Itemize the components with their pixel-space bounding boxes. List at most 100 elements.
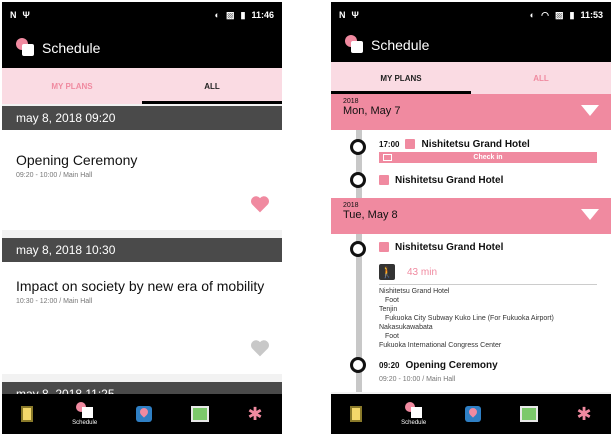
section-header: may 8, 2018 09:20 (2, 106, 282, 130)
envelope-icon (383, 154, 392, 161)
route-step: Foot (385, 297, 400, 304)
nav-schedule-label: Schedule (72, 420, 98, 426)
check-in-button[interactable]: Check in (379, 152, 597, 163)
status-bar: N Ψ ◐ ◠ ▨ ▮ 11:53 (331, 2, 611, 28)
route-step: Nakasukawabata (379, 324, 433, 331)
nav-map[interactable] (135, 406, 152, 422)
sync-icon: ◐ (214, 10, 220, 20)
book-icon (350, 406, 363, 422)
entry-place: Nishitetsu Grand Hotel (395, 241, 504, 253)
tab-bar: MY PLANS ALL (2, 68, 282, 104)
wifi-icon: ◠ (541, 9, 549, 20)
nav-stats[interactable] (519, 406, 538, 422)
nav-map[interactable] (464, 406, 481, 422)
timeline-entry[interactable]: Nishitetsu Grand Hotel (331, 234, 611, 257)
signal-icon: ▨ (555, 9, 564, 20)
favorite-heart-icon[interactable] (250, 194, 270, 214)
bottom-nav: Schedule ✱ (2, 394, 282, 434)
day-year: 2018 (343, 202, 359, 209)
route-step: Tenjin (379, 306, 398, 313)
day-header[interactable]: 2018 Tue, May 8 (331, 198, 611, 234)
nav-schedule[interactable]: Schedule (401, 402, 426, 426)
entry-sub: 09:20 - 10:00 / Main Hall (379, 376, 456, 383)
hotel-icon (379, 175, 389, 185)
tab-bar: MY PLANS ALL (331, 62, 611, 94)
timeline-dot (350, 139, 366, 155)
entry-place: Nishitetsu Grand Hotel (421, 138, 530, 150)
tab-all[interactable]: ALL (142, 68, 282, 104)
map-pin-icon (464, 406, 481, 422)
nav-settings[interactable]: ✱ (247, 404, 263, 424)
map-pin-icon (135, 406, 152, 422)
hotel-icon (379, 242, 389, 252)
nav-settings[interactable]: ✱ (576, 404, 592, 424)
entry-place: Nishitetsu Grand Hotel (395, 174, 504, 186)
favorite-heart-icon[interactable] (250, 338, 270, 358)
route-steps: Nishitetsu Grand Hotel Foot Tenjin Fukuo… (331, 287, 611, 350)
chart-icon (519, 406, 538, 422)
day-header[interactable]: 2018 Mon, May 7 (331, 94, 611, 130)
timeline-dot (350, 241, 366, 257)
schedule-screen-all: N Ψ ◐ ▨ ▮ 11:46 Schedule MY PLANS ALL ma… (2, 2, 282, 434)
section-header: may 8, 2018 10:30 (2, 238, 282, 262)
day-timeline: Nishitetsu Grand Hotel 🚶 43 min Nishitet… (331, 234, 611, 392)
usb-icon: Ψ (351, 10, 359, 20)
notification-icon: N (339, 10, 346, 20)
entry-time: 09:20 (379, 360, 400, 370)
session-title: Impact on society by new era of mobility (16, 278, 265, 294)
tab-my-plans[interactable]: MY PLANS (331, 62, 471, 94)
transit-summary[interactable]: 🚶 43 min (331, 260, 611, 284)
entry-title: Opening Ceremony (405, 359, 498, 371)
session-card[interactable]: Opening Ceremony 09:20 - 10:00 / Main Ha… (2, 130, 282, 230)
bottom-nav: Schedule ✱ (331, 394, 611, 434)
app-bar: Schedule (331, 28, 611, 62)
hotel-icon (405, 139, 416, 149)
tab-all[interactable]: ALL (471, 62, 611, 94)
route-step: Nishitetsu Grand Hotel (379, 288, 450, 295)
app-bar: Schedule (2, 28, 282, 68)
schedule-icon (75, 402, 94, 418)
session-title: Opening Ceremony (16, 152, 138, 168)
tab-my-plans[interactable]: MY PLANS (2, 68, 142, 104)
book-icon (21, 406, 34, 422)
timeline-entry[interactable]: Nishitetsu Grand Hotel (331, 169, 611, 191)
gear-icon: ✱ (576, 404, 592, 424)
nav-program[interactable] (350, 406, 363, 422)
route-step: Fukuoka International Congress Center (379, 342, 502, 349)
usb-icon: Ψ (22, 10, 30, 20)
collapse-triangle-icon[interactable] (581, 209, 599, 220)
clock-time: 11:53 (580, 10, 603, 20)
entry-time: 17:00 (379, 139, 400, 149)
nav-schedule[interactable]: Schedule (72, 402, 97, 426)
route-step: Foot (385, 333, 400, 340)
signal-icon: ▨ (226, 9, 235, 20)
day-year: 2018 (343, 98, 359, 105)
nav-program[interactable] (21, 406, 34, 422)
battery-icon: ▮ (240, 9, 246, 20)
nav-stats[interactable] (190, 406, 209, 422)
collapse-triangle-icon[interactable] (581, 105, 599, 116)
session-time-location: 10:30 - 12:00 / Main Hall (16, 298, 93, 305)
divider (379, 284, 597, 285)
travel-duration: 43 min (407, 266, 438, 278)
gear-icon: ✱ (247, 404, 263, 424)
session-card[interactable]: Impact on society by new era of mobility… (2, 262, 282, 374)
battery-icon: ▮ (569, 9, 575, 20)
sync-icon: ◐ (529, 10, 536, 20)
session-time-location: 09:20 - 10:00 / Main Hall (16, 172, 93, 179)
route-step: Fukuoka City Subway Kuko Line (For Fukuo… (385, 315, 554, 322)
timeline-dot (350, 357, 366, 373)
check-in-label: Check in (473, 154, 503, 161)
day-date: Mon, May 7 (343, 105, 401, 117)
clock-time: 11:46 (251, 10, 274, 20)
timeline-entry[interactable]: 17:00 Nishitetsu Grand Hotel (331, 130, 611, 155)
timeline-entry[interactable]: 09:20 Opening Ceremony (331, 354, 611, 376)
notification-icon: N (10, 10, 17, 20)
schedule-screen-my-plans: N Ψ ◐ ◠ ▨ ▮ 11:53 Schedule MY PLANS ALL … (331, 2, 611, 434)
nav-schedule-label: Schedule (401, 420, 427, 426)
schedule-icon (404, 402, 423, 418)
day-timeline: 17:00 Nishitetsu Grand Hotel Check in Ni… (331, 130, 611, 198)
walk-icon: 🚶 (379, 264, 395, 280)
schedule-logo-icon (16, 38, 36, 58)
schedule-logo-icon (345, 35, 365, 55)
